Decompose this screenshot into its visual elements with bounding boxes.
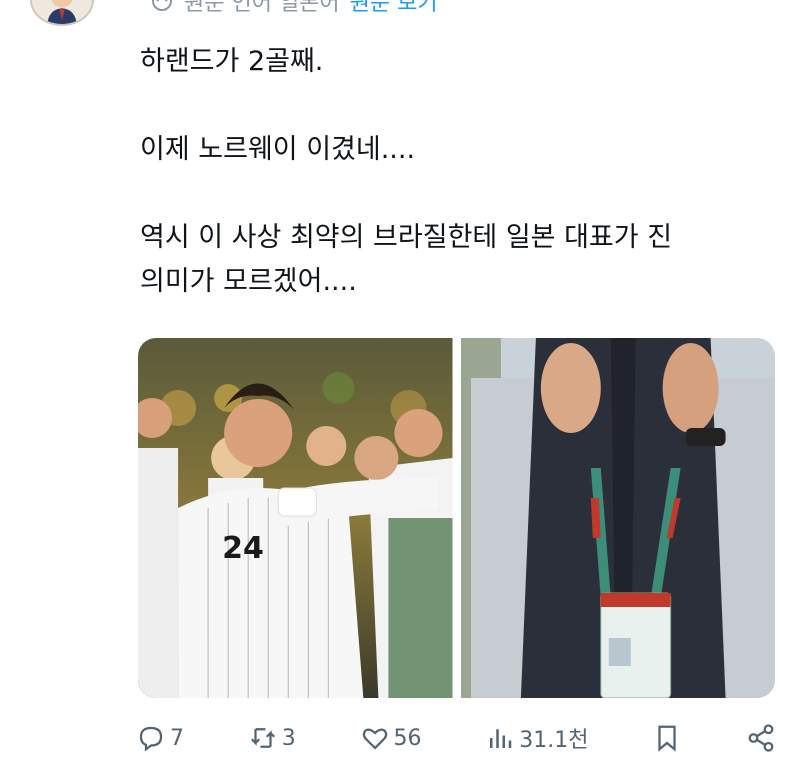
media-photo-clapping[interactable] <box>460 338 775 698</box>
like-count: 56 <box>393 725 422 751</box>
tweet-text: 하랜드가 2골째. 이제 노르웨이 이겼네.... 역시 이 사상 최약의 브라… <box>140 40 780 304</box>
translation-source-language: 원문 언어 일본어 <box>184 0 340 16</box>
translation-notice: 원문 언어 일본어 원문 보기 <box>150 0 438 16</box>
tweet-media-grid: 24 <box>138 338 775 698</box>
bookmark-button[interactable] <box>652 723 682 753</box>
jersey-number: 24 <box>222 531 264 566</box>
retweet-count: 3 <box>281 725 296 751</box>
reply-icon <box>139 726 163 752</box>
reply-button[interactable]: 7 <box>136 723 184 753</box>
tweet-paragraph: 이제 노르웨이 이겼네.... <box>140 134 416 165</box>
tweet-action-bar: 7 3 56 31.1천 <box>136 718 776 758</box>
author-avatar[interactable] <box>30 0 94 26</box>
show-original-link[interactable]: 원문 보기 <box>350 0 438 17</box>
clapping-man-photo <box>460 338 775 698</box>
media-photo-celebration[interactable]: 24 <box>138 338 453 698</box>
views-icon <box>490 729 512 748</box>
like-button[interactable]: 56 <box>360 723 422 753</box>
views-button[interactable]: 31.1천 <box>485 722 588 754</box>
tweet-paragraph: 역시 이 사상 최약의 브라질한테 일본 대표가 진 의미가 모르겠어.... <box>140 222 673 297</box>
reply-count: 7 <box>170 725 184 751</box>
avatar-image <box>32 0 92 24</box>
share-button[interactable] <box>746 723 776 753</box>
tweet-paragraph: 하랜드가 2골째. <box>140 46 324 77</box>
soccer-celebration-photo: 24 <box>138 338 453 698</box>
retweet-button[interactable]: 3 <box>248 723 296 753</box>
retweet-icon <box>250 728 275 748</box>
share-icon <box>748 724 774 752</box>
translate-icon <box>152 0 172 11</box>
views-count: 31.1천 <box>519 728 589 753</box>
heart-icon <box>362 728 387 750</box>
bookmark-icon <box>658 725 676 752</box>
